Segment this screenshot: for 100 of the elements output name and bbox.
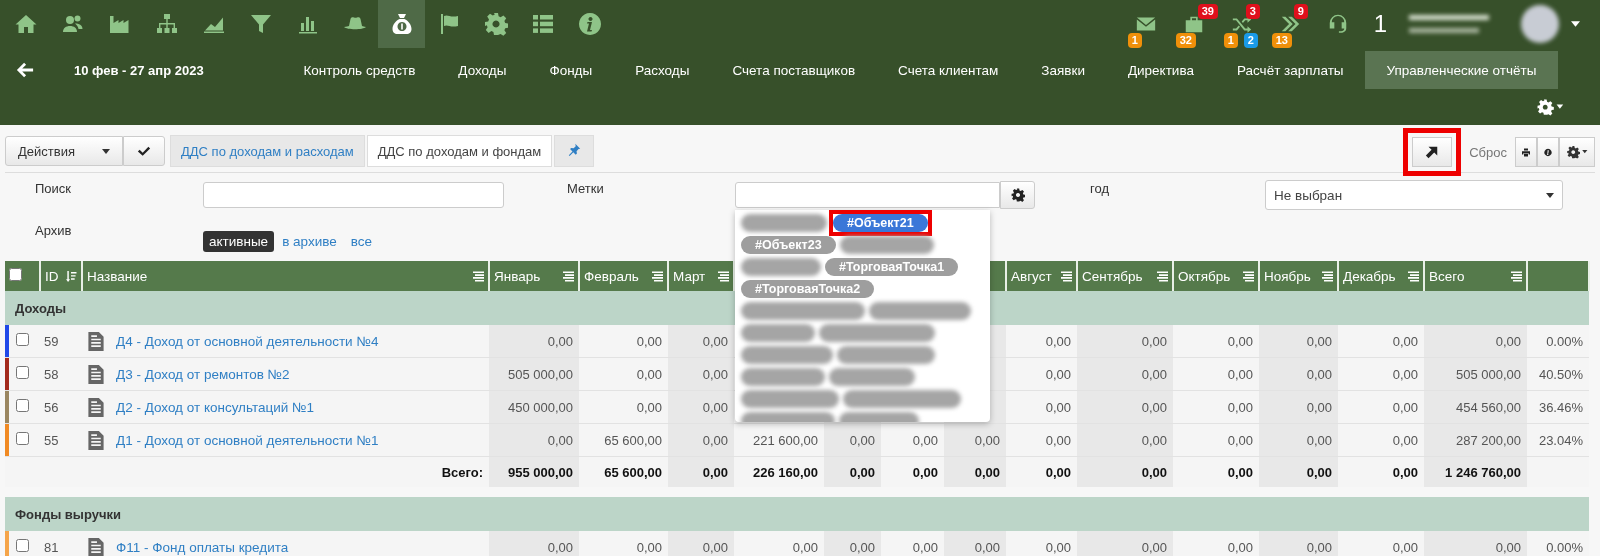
avatar[interactable]: [1521, 5, 1559, 43]
row-link[interactable]: Д1 - Доход от основной деятельности №1: [116, 432, 379, 448]
table-cell: 56: [44, 399, 59, 415]
table-cell: 65 600,00: [604, 432, 662, 448]
export-button[interactable]: [1412, 137, 1453, 167]
reset-button[interactable]: Сброс: [1461, 137, 1515, 167]
column-header[interactable]: ID: [45, 268, 59, 284]
row-checkbox[interactable]: [16, 399, 29, 412]
column-menu-icon[interactable]: [1510, 270, 1522, 282]
menu-tab[interactable]: Счета поставщиков: [710, 51, 877, 89]
table-cell: 0,00: [1141, 432, 1167, 448]
year-select[interactable]: Не выбран: [1265, 180, 1563, 210]
table-cell: 55: [44, 432, 59, 448]
table-cell: 0,00: [636, 399, 662, 415]
row-link[interactable]: Д4 - Доход от основной деятельности №4: [116, 333, 379, 349]
menu-tab[interactable]: Доходы: [436, 51, 528, 89]
tags-field[interactable]: [735, 182, 1000, 208]
table-cell: 0,00: [636, 539, 662, 555]
tag-chip[interactable]: #ТорговаяТочка2: [741, 280, 875, 298]
row-link[interactable]: Ф11 - Фонд оплаты кредита: [116, 539, 289, 555]
table-cell: 0,00: [702, 539, 728, 555]
row-checkbox[interactable]: [16, 366, 29, 379]
table-cell: 0,00: [1495, 539, 1521, 555]
table-cell: 0,00: [1141, 464, 1167, 480]
column-menu-icon[interactable]: [717, 270, 729, 282]
print-button[interactable]: [1515, 137, 1537, 167]
nav-tab[interactable]: [378, 0, 425, 48]
menu-tab[interactable]: Заявки: [1019, 51, 1107, 89]
menu-tab[interactable]: Счета клиентам: [876, 51, 1020, 89]
table-cell: 0,00: [1306, 399, 1332, 415]
filter-icon: [248, 12, 273, 36]
column-menu-icon[interactable]: [1407, 270, 1419, 282]
date-range[interactable]: 10 фев - 27 апр 2023: [50, 62, 282, 78]
sort-icon[interactable]: [65, 270, 77, 282]
document-icon[interactable]: [88, 537, 104, 556]
menu-tab[interactable]: Расходы: [613, 51, 711, 89]
archive-option[interactable]: все: [344, 230, 379, 252]
back-arrow-icon: [16, 61, 34, 79]
document-icon[interactable]: [88, 364, 104, 384]
row-link[interactable]: Д2 - Доход от консультаций №1: [116, 399, 315, 415]
menu-tab[interactable]: Расчёт зарплаты: [1215, 51, 1366, 89]
column-menu-icon[interactable]: [1321, 270, 1333, 282]
row-link[interactable]: Д3 - Доход от ремонтов №2: [116, 366, 290, 382]
table-cell: 0,00: [1141, 539, 1167, 555]
archive-option[interactable]: активные: [203, 230, 275, 252]
column-header[interactable]: Всего: [1429, 268, 1465, 284]
actions-dropdown[interactable]: Действия: [5, 136, 123, 166]
tag-chip[interactable]: #Объект23: [741, 236, 836, 254]
table-cell: 0,00: [636, 333, 662, 349]
search-field[interactable]: [203, 182, 504, 208]
report-tab[interactable]: ДДС по доходам и расходам: [170, 135, 365, 167]
menu-tab[interactable]: Контроль средств: [282, 51, 437, 89]
select-all-checkbox[interactable]: [9, 268, 22, 281]
count-badge: 32: [1175, 33, 1196, 48]
caret-icon: [1546, 192, 1554, 198]
column-menu-icon[interactable]: [651, 270, 663, 282]
document-icon[interactable]: [88, 397, 104, 417]
archive-option[interactable]: в архиве: [276, 230, 343, 252]
table-cell: 40.50%: [1538, 366, 1583, 382]
table-cell: 0,00: [702, 464, 728, 480]
apply-button[interactable]: [123, 136, 165, 166]
field-label: год: [1090, 180, 1110, 196]
column-menu-icon[interactable]: [472, 270, 484, 282]
table-cell: 0,00: [1227, 432, 1253, 448]
table-cell: 0,00: [849, 539, 875, 555]
table-cell: 0,00: [849, 432, 875, 448]
column-menu-icon[interactable]: [1242, 270, 1254, 282]
pin-icon: [567, 143, 581, 156]
menu-tab[interactable]: Фонды: [527, 51, 614, 89]
document-icon[interactable]: [88, 331, 104, 351]
row-checkbox[interactable]: [16, 539, 29, 552]
table-cell: 0,00: [547, 333, 573, 349]
row-checkbox[interactable]: [16, 432, 29, 445]
count-badge: 39: [1197, 4, 1218, 19]
menu-tab[interactable]: Директива: [1106, 51, 1216, 89]
table-cell: 58: [44, 366, 59, 382]
tag-chip[interactable]: #Объект21: [833, 214, 928, 232]
table-cell: 0,00: [1141, 399, 1167, 415]
report-tab[interactable]: ДДС по доходам и фондам: [366, 135, 553, 167]
table-cell: 450 000,00: [507, 399, 573, 415]
row-checkbox[interactable]: [16, 333, 29, 346]
column-menu-icon[interactable]: [1060, 270, 1072, 282]
info-button[interactable]: [1537, 137, 1559, 167]
column-menu-icon[interactable]: [1156, 270, 1168, 282]
table-cell: 0,00: [1045, 432, 1071, 448]
caret-icon[interactable]: [1571, 21, 1580, 27]
list-icon: [530, 12, 555, 36]
table-cell: 0,00: [636, 366, 662, 382]
document-icon[interactable]: [88, 430, 104, 450]
settings-button[interactable]: [1000, 181, 1035, 209]
table-cell: 0,00: [1227, 366, 1253, 382]
group-title: Доходы: [15, 300, 67, 316]
column-header[interactable]: Название: [87, 268, 148, 284]
menu-tab[interactable]: Управленческие отчёты: [1365, 51, 1558, 89]
settings-button[interactable]: [1559, 137, 1595, 167]
column-menu-icon[interactable]: [562, 270, 574, 282]
table-cell: 0,00: [1495, 333, 1521, 349]
table-cell: 505 000,00: [1455, 366, 1521, 382]
pin-tab[interactable]: [554, 135, 595, 167]
tag-chip[interactable]: #ТорговаяТочка1: [825, 258, 959, 276]
